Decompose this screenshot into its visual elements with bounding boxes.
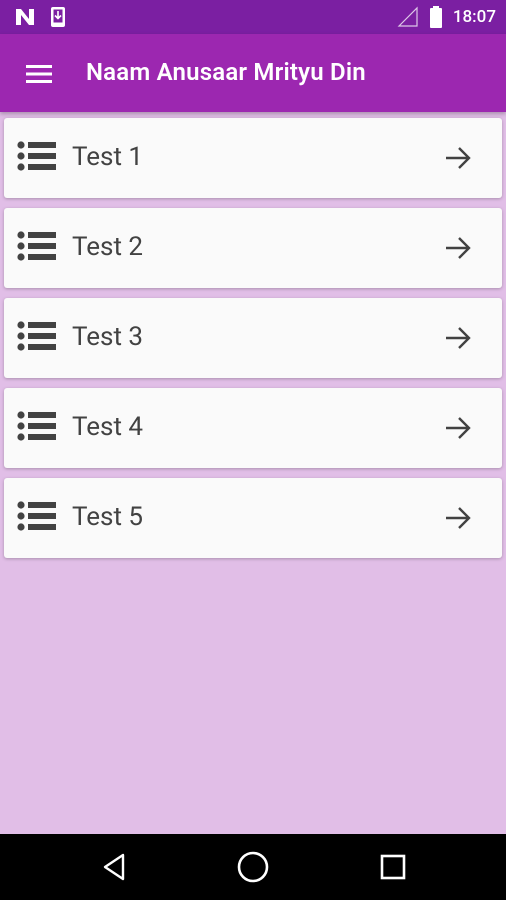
list-item-test-2[interactable]: Test 2 (4, 208, 502, 288)
list-icon (17, 501, 56, 531)
battery-icon (429, 6, 442, 28)
status-left (14, 6, 66, 28)
arrow-right-icon[interactable] (444, 144, 472, 172)
list-item-test-4[interactable]: Test 4 (4, 388, 502, 468)
download-notification-icon (51, 7, 65, 27)
list-item-test-1[interactable]: Test 1 (4, 118, 502, 198)
arrow-right-icon[interactable] (444, 234, 472, 262)
list-item-label: Test 4 (72, 412, 144, 442)
list: Test 1 Test 2 Test 3 Test 4 Test 5 (4, 118, 502, 568)
arrow-right-icon[interactable] (444, 504, 472, 532)
list-icon (17, 231, 56, 261)
n-notification-icon (16, 9, 34, 25)
list-item-test-5[interactable]: Test 5 (4, 478, 502, 558)
recents-icon[interactable] (380, 854, 406, 880)
home-icon[interactable] (236, 850, 270, 884)
navigation-bar (0, 834, 506, 900)
status-bar: 18:07 (0, 0, 506, 34)
arrow-right-icon[interactable] (444, 414, 472, 442)
status-right: 18:07 (397, 6, 496, 28)
list-icon (17, 321, 56, 351)
app-bar: Naam Anusaar Mrityu Din (0, 34, 506, 112)
arrow-right-icon[interactable] (444, 324, 472, 352)
page-title: Naam Anusaar Mrityu Din (86, 58, 366, 86)
list-item-label: Test 3 (72, 322, 144, 352)
list-item-label: Test 1 (72, 142, 144, 172)
list-item-label: Test 2 (72, 232, 144, 262)
back-icon[interactable] (100, 852, 128, 882)
list-icon (17, 141, 56, 171)
menu-button[interactable] (14, 56, 66, 92)
hamburger-menu-icon (26, 65, 52, 83)
status-time: 18:07 (452, 7, 496, 27)
list-item-label: Test 5 (72, 502, 144, 532)
signal-icon (397, 6, 418, 27)
list-icon (17, 411, 56, 441)
list-item-test-3[interactable]: Test 3 (4, 298, 502, 378)
